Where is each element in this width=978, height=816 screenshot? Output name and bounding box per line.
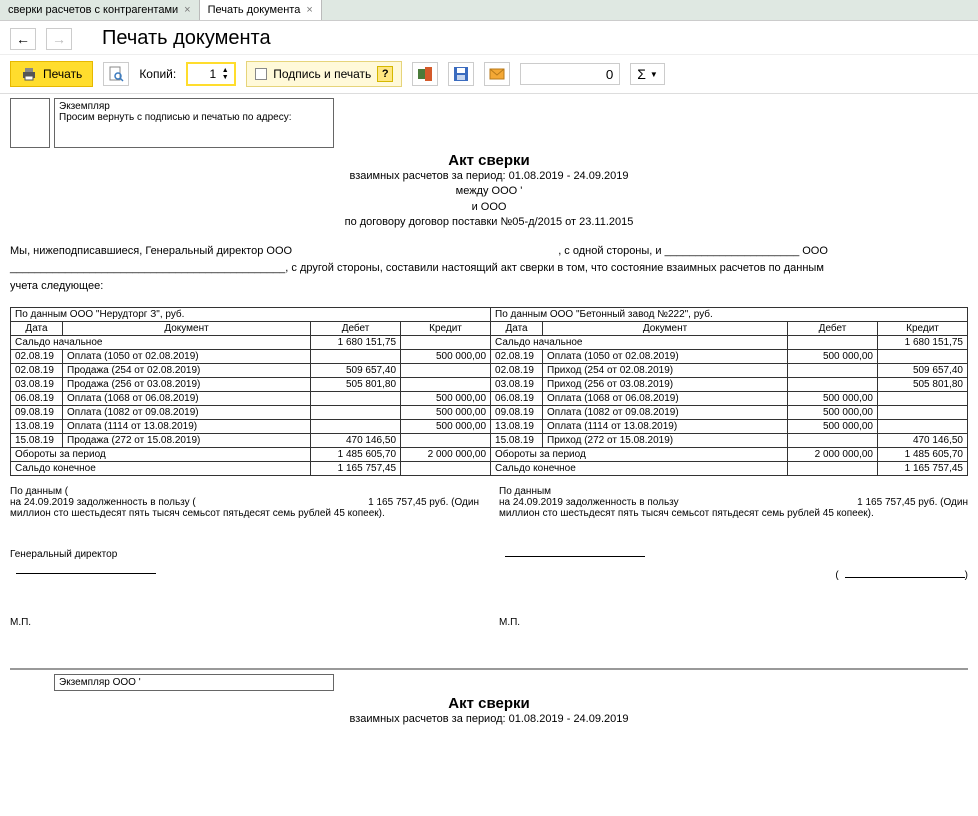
table-row: 06.08.19Оплата (1068 от 06.08.2019)500 0…: [11, 392, 968, 406]
doc-title-2: Акт сверки: [10, 695, 968, 712]
office-export-button[interactable]: [412, 62, 438, 86]
nav-back-button[interactable]: ←: [10, 28, 36, 50]
doc-period-2: взаимных расчетов за период: 01.08.2019 …: [10, 712, 968, 727]
tab-bar: сверки расчетов с контрагентами × Печать…: [0, 0, 978, 21]
tab-label: Печать документа: [208, 4, 301, 16]
dropdown-arrow-icon: ▼: [650, 70, 658, 79]
doc-title: Акт сверки: [10, 152, 968, 169]
table-row: 03.08.19Продажа (256 от 03.08.2019)505 8…: [11, 378, 968, 392]
stamp-box: [10, 98, 50, 148]
spinner-arrows[interactable]: ▲▼: [218, 67, 232, 81]
doc-and: и ООО: [10, 200, 968, 215]
right-header: По данным ООО "Бетонный завод №222", руб…: [491, 308, 968, 322]
reconciliation-table: По данным ООО "Нерудторг З", руб. По дан…: [10, 307, 968, 476]
signature-line: [505, 556, 645, 557]
doc-period: взаимных расчетов за период: 01.08.2019 …: [10, 169, 968, 184]
table-row: 13.08.19Оплата (1114 от 13.08.2019)500 0…: [11, 420, 968, 434]
tab-reconciliation[interactable]: сверки расчетов с контрагентами ×: [0, 0, 200, 20]
print-button[interactable]: Печать: [10, 61, 93, 87]
copies-input[interactable]: [188, 66, 218, 82]
name-line: [845, 577, 965, 578]
copies-label: Копий:: [139, 67, 176, 81]
exemplar-box-2: Экземпляр ООО ': [54, 674, 334, 691]
gendir-label: Генеральный директор: [10, 549, 117, 560]
table-row: 09.08.19Оплата (1082 от 09.08.2019)500 0…: [11, 406, 968, 420]
number-input[interactable]: [520, 63, 620, 85]
exemplar-box: Экземпляр Просим вернуть с подписью и пе…: [54, 98, 334, 148]
envelope-icon: [489, 67, 505, 81]
close-icon[interactable]: ×: [184, 4, 190, 16]
document-search-icon: [108, 66, 124, 82]
preview-button[interactable]: [103, 62, 129, 86]
office-icon: [417, 66, 433, 82]
stamp-row: М.П. М.П.: [10, 617, 968, 628]
sign-label: Подпись и печать: [273, 67, 371, 81]
exemplar-title: Экземпляр: [59, 101, 329, 112]
signature-line: [16, 573, 156, 574]
sum-button[interactable]: Σ ▼: [630, 63, 665, 85]
doc-between: между ООО ': [10, 184, 968, 199]
debt-summary: По данным ( на 24.09.2019 задолженность …: [10, 486, 968, 519]
nav-forward-button[interactable]: →: [46, 28, 72, 50]
close-icon[interactable]: ×: [306, 4, 312, 16]
tab-print-document[interactable]: Печать документа ×: [200, 0, 322, 20]
mp-right: М.П.: [499, 617, 968, 628]
tab-label: сверки расчетов с контрагентами: [8, 4, 178, 16]
document-area: Экземпляр Просим вернуть с подписью и пе…: [10, 98, 968, 728]
preamble: Мы, нижеподписавшиеся, Генеральный дирек…: [10, 243, 968, 296]
sign-and-stamp-button[interactable]: Подпись и печать ?: [246, 61, 402, 87]
help-icon[interactable]: ?: [377, 66, 393, 82]
email-button[interactable]: [484, 62, 510, 86]
signature-block: Генеральный директор (): [10, 549, 968, 581]
header: ← → Печать документа: [0, 21, 978, 55]
save-button[interactable]: [448, 62, 474, 86]
table-row: 02.08.19Продажа (254 от 02.08.2019)509 6…: [11, 364, 968, 378]
sigma-icon: Σ: [637, 66, 646, 82]
print-button-label: Печать: [43, 67, 82, 81]
diskette-icon: [453, 66, 469, 82]
page-title: Печать документа: [102, 27, 271, 50]
copies-spinner[interactable]: ▲▼: [186, 62, 236, 86]
toolbar: Печать Копий: ▲▼ Подпись и печать ? Σ ▼: [0, 55, 978, 94]
mp-left: М.П.: [10, 617, 479, 628]
checkbox-icon[interactable]: [255, 68, 267, 80]
table-row: 15.08.19Продажа (272 от 15.08.2019)470 1…: [11, 434, 968, 448]
printer-icon: [21, 66, 37, 82]
left-header: По данным ООО "Нерудторг З", руб.: [11, 308, 491, 322]
doc-contract: по договору договор поставки №05-д/2015 …: [10, 215, 968, 230]
second-exemplar: Экземпляр ООО ' Акт сверки взаимных расч…: [10, 668, 968, 727]
table-row: 02.08.19Оплата (1050 от 02.08.2019)500 0…: [11, 350, 968, 364]
exemplar-return: Просим вернуть с подписью и печатью по а…: [59, 112, 329, 123]
